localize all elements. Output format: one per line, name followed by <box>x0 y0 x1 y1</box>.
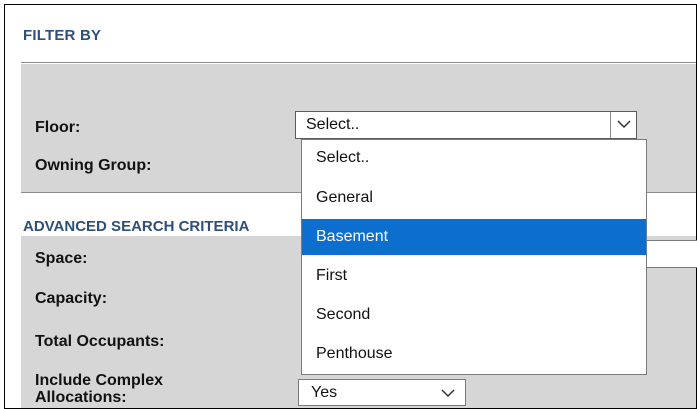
floor-option-basement[interactable]: Basement <box>302 219 646 255</box>
floor-option-general[interactable]: General <box>302 180 646 216</box>
complex-allocations-label: Include Complex Allocations: <box>35 372 164 406</box>
filter-title: FILTER BY <box>23 27 102 44</box>
floor-select[interactable]: Select.. <box>295 111 637 139</box>
chevron-down-icon <box>441 389 455 398</box>
floor-option-second[interactable]: Second <box>302 297 646 333</box>
complex-allocations-select[interactable]: Yes <box>298 379 466 406</box>
floor-label: Floor: <box>35 119 81 136</box>
advanced-search-title: ADVANCED SEARCH CRITERIA <box>23 218 250 235</box>
owning-group-label: Owning Group: <box>35 157 152 174</box>
capacity-label: Capacity: <box>35 290 108 307</box>
floor-option-penthouse[interactable]: Penthouse <box>302 336 646 372</box>
floor-select-button[interactable] <box>610 112 636 138</box>
complex-allocations-value: Yes <box>311 384 338 401</box>
space-label: Space: <box>35 250 88 267</box>
chevron-down-icon <box>617 120 631 129</box>
filter-section-header: FILTER BY <box>21 5 696 63</box>
total-occupants-label: Total Occupants: <box>35 333 165 350</box>
floor-option-first[interactable]: First <box>302 258 646 294</box>
floor-option-select[interactable]: Select.. <box>302 140 646 176</box>
floor-select-value: Select.. <box>306 116 360 133</box>
filter-divider <box>21 62 696 63</box>
floor-dropdown-list: Select.. General Basement First Second P… <box>301 139 647 375</box>
